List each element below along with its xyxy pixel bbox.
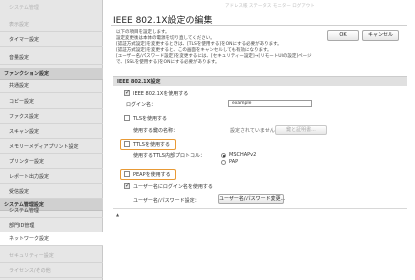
sidebar: システム管理 表示設定 タイマー設定 音量設定 ファンクション設定 共通設定 コ… [0,0,103,280]
page-top-marker-icon[interactable]: ▲ [116,212,119,217]
sidebar-item-security[interactable]: セキュリティー設定 [0,249,103,263]
sidebar-item-common[interactable]: 共通設定 [0,79,103,93]
cancel-button[interactable]: キャンセル [362,30,399,41]
key-and-certificate-button[interactable]: 鍵と証明書... [275,125,327,135]
use-tls-checkbox[interactable] [124,115,130,121]
sidebar-item-display[interactable]: 表示設定 [0,18,103,32]
sidebar-item-receive[interactable]: 受信設定 [0,185,103,199]
sidebar-item-timer[interactable]: タイマー設定 [0,33,103,47]
sidebar-item-dept-id[interactable]: 部門ID管理 [0,219,103,233]
use-peap-label: PEAPを使用する [133,172,171,178]
ttls-mschapv2-label: MSCHAPv2 [229,152,257,158]
ttls-pap-label: PAP [229,159,239,165]
topbar-links: アドレス帳 ステータス モニター ログアウト [225,4,315,9]
use-peap-checkbox[interactable] [124,171,130,177]
sidebar-item-printer[interactable]: プリンター設定 [0,155,103,169]
sidebar-item-fax[interactable]: ファクス設定 [0,110,103,124]
use-ieee-checkbox[interactable] [124,89,130,96]
sidebar-item-scan[interactable]: スキャン設定 [0,125,103,139]
sidebar-item-license-other[interactable]: ライセンス/その他 [0,264,103,278]
use-login-as-user-checkbox[interactable] [124,182,130,189]
sidebar-item-memory-media-print[interactable]: メモリーメディアプリント設定 [0,140,103,154]
section-ieee-header: IEEE 802.1X設定 [113,76,407,86]
sidebar-item-report-output[interactable]: レポート出力設定 [0,170,103,184]
ttls-mschapv2-radio[interactable] [221,153,226,158]
sidebar-item-network[interactable]: ネットワーク設定 [0,232,103,246]
ttls-pap-radio[interactable] [221,160,226,165]
login-name-label: ログイン名： [126,102,157,108]
key-name-status: 設定されていません。 [230,128,280,134]
user-password-label: ユーザー名/パスワード設定： [133,198,200,204]
use-login-as-user-label: ユーザー名にログイン名を使用する [133,184,213,190]
use-ttls-label: TTLSを使用する [133,142,170,148]
sidebar-item-copy[interactable]: コピー設定 [0,95,103,109]
change-user-password-button[interactable]: ユーザー名/パスワード変更... [218,194,285,204]
instruction-notes: 以下の項目を設定します。 設定変更後は本体の電源を切り直してください。 [認証方… [116,30,346,67]
use-ttls-checkbox[interactable] [124,141,130,147]
note-line: で、[SSLを使用する]をONにする必要があります。 [116,60,220,66]
use-ieee-label: IEEE 802.1Xを使用する [133,91,189,97]
key-name-label: 使用する鍵の名称： [133,128,179,134]
sidebar-top-label: システム管理 [9,5,39,11]
ttls-protocol-label: 使用するTTLS内部プロトコル： [133,153,205,159]
login-name-input[interactable]: example [228,100,312,107]
sidebar-item-volume[interactable]: 音量設定 [0,51,103,65]
section-bottom-divider [113,208,407,209]
title-divider [111,25,407,26]
sidebar-item-system-management[interactable]: システム管理 [0,204,103,218]
use-tls-label: TLSを使用する [133,116,168,122]
